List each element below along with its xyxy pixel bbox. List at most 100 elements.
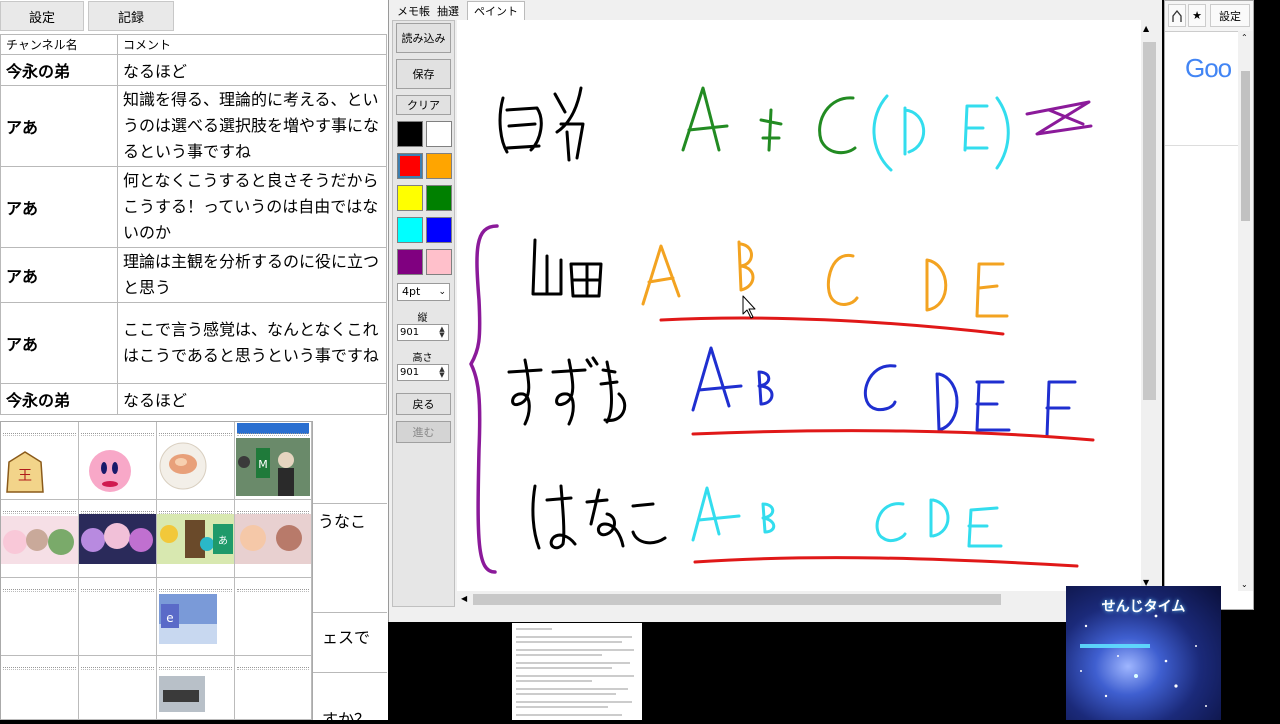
tab-memo[interactable]: メモ帳	[391, 1, 436, 20]
thumbnail-cell	[79, 500, 157, 578]
settings-button[interactable]: 設定	[0, 1, 84, 31]
scrollbar-thumb[interactable]	[1143, 42, 1156, 400]
people-photo-image: M	[236, 438, 310, 496]
handwritten-letters-orange	[641, 240, 1009, 318]
chevron-down-icon: ⌄	[438, 287, 446, 297]
table-row[interactable]: アあ 理論は主観を分析するのに役に立つと思う	[0, 247, 387, 303]
table-row[interactable]: 今永の弟 なるほど	[0, 383, 387, 415]
comment-text: 知識を得る、理論的に考える、というのは選べる選択肢を増やす事になるという事ですね	[117, 85, 387, 167]
scroll-up-icon[interactable]: ▲	[1143, 24, 1149, 33]
thumbnail-cell: M	[235, 422, 312, 500]
svg-text:あ: あ	[218, 535, 228, 547]
scroll-left-icon[interactable]: ◀	[461, 594, 467, 603]
redo-button[interactable]: 進む	[396, 421, 451, 443]
thumbnail-cell	[235, 578, 312, 656]
food-plate-image	[159, 442, 207, 490]
comment-text: 理論は主観を分析するのに役に立つと思う	[117, 247, 387, 303]
handwritten-letters-blue	[691, 346, 1077, 438]
handwritten-jibun	[498, 86, 585, 162]
table-row[interactable]: アあ ここで言う感覚は、なんとなくこれはこうであると思うという事ですね	[0, 302, 387, 384]
thumbnail-cell	[79, 656, 157, 720]
handwritten-letters-green	[681, 86, 857, 155]
comment-text: うなこ	[318, 512, 367, 531]
thumbnail-cell	[235, 500, 312, 578]
comment-text: すか？	[322, 710, 371, 720]
mouse-cursor-icon	[742, 295, 756, 319]
color-swatch-orange[interactable]	[426, 153, 452, 179]
color-swatch-cyan[interactable]	[397, 217, 423, 243]
document-preview-image	[516, 628, 634, 716]
color-swatch-black[interactable]	[397, 121, 423, 147]
table-row[interactable]: アあ 何となくこうすると良さそうだからこうする！っていうのは自由ではないのか	[0, 166, 387, 248]
handwritten-letters-cyan-row4	[691, 486, 1003, 548]
color-swatch-yellow[interactable]	[397, 185, 423, 211]
underline-red	[691, 429, 1095, 442]
color-swatch-white[interactable]	[426, 121, 452, 147]
color-swatch-blue[interactable]	[426, 217, 452, 243]
save-button[interactable]: 保存	[396, 59, 451, 89]
canvas-width-label: 縦	[417, 313, 428, 324]
thumbnail-cell: 王	[1, 422, 79, 500]
clear-button[interactable]: クリア	[396, 95, 451, 115]
pink-character-image	[89, 450, 131, 492]
color-swatch-red[interactable]	[397, 153, 423, 179]
spinner-icon[interactable]: ▲ ▼	[437, 366, 447, 379]
google-logo: Goo	[1185, 53, 1232, 84]
landscape-image: e	[159, 594, 217, 644]
channel-name: 今永の弟	[0, 383, 118, 415]
scrollbar-thumb[interactable]	[473, 594, 1001, 605]
thumbnail-cell	[235, 656, 312, 720]
load-button[interactable]: 読み込み	[396, 23, 451, 53]
characters-image: あ	[157, 514, 234, 564]
color-swatch-purple[interactable]	[397, 249, 423, 275]
canvas-height-input[interactable]: 901 ▲ ▼	[397, 364, 449, 381]
browser-scrollbar[interactable]: ⌃ ⌄	[1238, 31, 1253, 591]
canvas-height-label: 高さ	[412, 353, 433, 364]
spinner-icon[interactable]: ▲ ▼	[437, 326, 447, 339]
vertical-scrollbar[interactable]: ▲ ▼	[1141, 20, 1158, 591]
pen-size-select[interactable]: 4pt ⌄	[397, 283, 450, 301]
channel-name: アあ	[0, 85, 118, 167]
scrollbar-thumb[interactable]	[1241, 71, 1250, 221]
scroll-down-icon[interactable]: ⌄	[1241, 580, 1248, 589]
document-thumbnail	[512, 623, 642, 720]
scroll-up-icon[interactable]: ⌃	[1241, 33, 1248, 42]
color-swatch-pink[interactable]	[426, 249, 452, 275]
handwritten-letters-cyan	[872, 94, 1010, 172]
comment-text: なるほど	[117, 383, 387, 415]
channel-name: アあ	[0, 247, 118, 303]
home-icon[interactable]	[1168, 4, 1186, 27]
star-icon[interactable]: ★	[1188, 4, 1206, 27]
drawing-canvas[interactable]	[457, 20, 1141, 591]
canvas-width-input[interactable]: 901 ▲ ▼	[397, 324, 449, 341]
browser-window: ★ 設定 Goo ⌃ ⌄	[1164, 0, 1254, 610]
svg-text:王: 王	[18, 468, 32, 484]
handwritten-letter-z	[1025, 100, 1093, 136]
pen-size-value: 4pt	[402, 285, 421, 298]
paint-window: メモ帳 抽選 ペイント 読み込み 保存 クリア 4pt ⌄ 縦 901 ▲ ▼ 高…	[388, 0, 1162, 622]
shogi-piece-image: 王	[6, 451, 44, 493]
anime-girls-image	[79, 514, 156, 564]
comment-text: なるほど	[117, 54, 387, 86]
svg-text:M: M	[258, 458, 268, 471]
purple-brace	[469, 224, 499, 574]
table-row[interactable]: 今永の弟 なるほど	[0, 54, 387, 86]
table-row[interactable]: アあ 知識を得る、理論的に考える、というのは選べる選択肢を増やす事になるという事…	[0, 85, 387, 167]
thumbnail-cell	[79, 578, 157, 656]
tab-paint[interactable]: ペイント	[467, 1, 525, 20]
browser-settings-button[interactable]: 設定	[1210, 4, 1250, 27]
thumbnail-cell	[1, 656, 79, 720]
tab-lottery[interactable]: 抽選	[431, 1, 465, 20]
comment-text: ェスで	[322, 628, 371, 647]
record-button[interactable]: 記録	[88, 1, 174, 31]
browser-toolbar: ★ 設定	[1165, 1, 1253, 32]
thumbnail-cell	[157, 656, 235, 720]
thumbnail-cell	[1, 578, 79, 656]
undo-button[interactable]: 戻る	[396, 393, 451, 415]
column-header-comment: コメント	[117, 34, 387, 55]
horizontal-scrollbar[interactable]: ◀ ▶	[457, 591, 1141, 608]
tool-panel: 読み込み 保存 クリア 4pt ⌄ 縦 901 ▲ ▼ 高さ 901 ▲ ▼ 戻る …	[392, 20, 455, 607]
canvas-height-value: 901	[400, 367, 420, 378]
google-logo-text: Goo	[1185, 53, 1232, 83]
color-swatch-green[interactable]	[426, 185, 452, 211]
